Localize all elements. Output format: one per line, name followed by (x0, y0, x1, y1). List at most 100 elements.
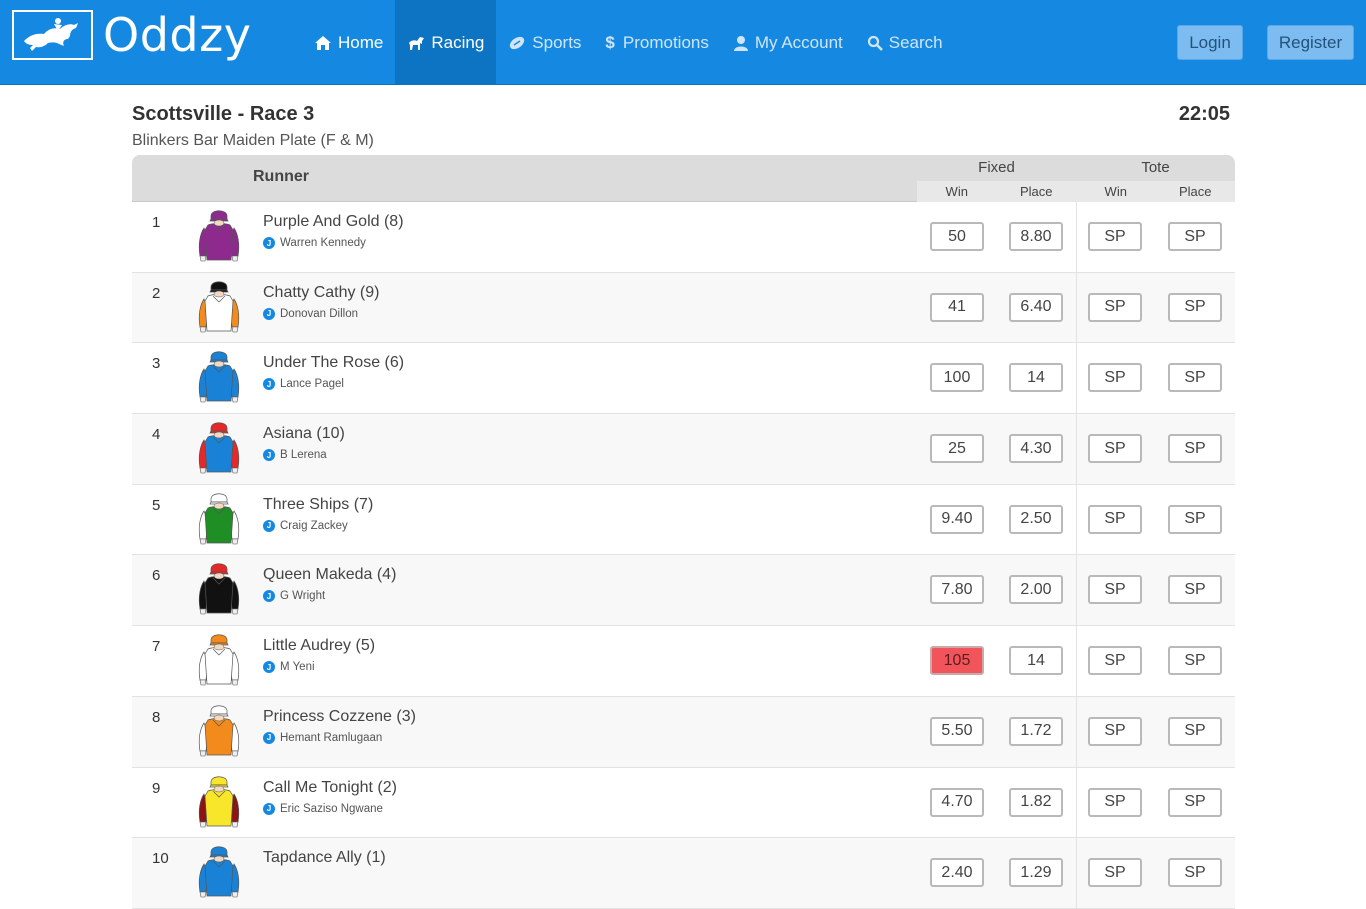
odds-subheader: Win Place Win Place (917, 181, 1235, 202)
nav-sports-label: Sports (532, 32, 582, 52)
nav-home-label: Home (338, 32, 384, 52)
jockey-name: Eric Saziso Ngwane (280, 802, 383, 815)
nav-my-account[interactable]: My Account (721, 0, 855, 85)
nav-search[interactable]: Search (855, 0, 955, 85)
column-divider (1076, 555, 1077, 626)
runner-name[interactable]: Princess Cozzene (3) (263, 708, 416, 726)
fixed-win-odds-button[interactable]: 9.40 (930, 504, 984, 534)
column-divider (1076, 838, 1077, 908)
nav-racing-label: Racing (431, 32, 485, 52)
tote-place-odds-button[interactable]: SP (1168, 292, 1222, 322)
runner-name[interactable]: Tapdance Ally (1) (263, 849, 386, 867)
runner-name[interactable]: Chatty Cathy (9) (263, 284, 379, 302)
fixed-place-odds-button[interactable]: 1.82 (1009, 787, 1063, 817)
runner-name[interactable]: Little Audrey (5) (263, 637, 375, 655)
fixed-place-odds-button[interactable]: 1.29 (1009, 858, 1063, 888)
tote-win-odds-button[interactable]: SP (1088, 292, 1142, 322)
tote-win-odds-button[interactable]: SP (1088, 363, 1142, 393)
tote-place-odds-button[interactable]: SP (1168, 504, 1222, 534)
nav-promotions-label: Promotions (622, 32, 709, 52)
fixed-win-odds-button[interactable]: 2.40 (930, 858, 984, 888)
runner-number: 10 (152, 850, 169, 868)
runner-name[interactable]: Under The Rose (6) (263, 354, 404, 372)
tote-place-odds-button[interactable]: SP (1168, 646, 1222, 676)
login-button[interactable]: Login (1177, 25, 1243, 60)
runner-number: 5 (152, 496, 161, 514)
jockey-info: J Hemant Ramlugaan (263, 731, 382, 744)
nav-sports[interactable]: Sports (496, 0, 593, 85)
fixed-win-odds-button[interactable]: 25 (930, 434, 984, 464)
tote-win-odds-button[interactable]: SP (1088, 222, 1142, 251)
runner-number: 9 (152, 779, 161, 797)
fixed-win-odds-button[interactable]: 50 (930, 222, 984, 251)
jockey-info: J Warren Kennedy (263, 237, 366, 249)
fixed-place-odds-button[interactable]: 4.30 (1009, 434, 1063, 464)
jockey-badge-icon: J (263, 731, 275, 744)
main-nav: Home Racing Sports $ Promotions My Accou… (302, 0, 955, 85)
tote-place-odds-button[interactable]: SP (1168, 575, 1222, 605)
column-divider (1076, 696, 1077, 767)
runner-number: 8 (152, 708, 161, 726)
jockey-info: J G Wright (263, 590, 325, 603)
fixed-win-odds-button[interactable]: 100 (930, 363, 984, 393)
fixed-win-odds-button[interactable]: 41 (930, 292, 984, 322)
fixed-place-odds-button[interactable]: 14 (1009, 646, 1063, 676)
nav-my-account-label: My Account (754, 32, 843, 52)
jockey-info: J Craig Zackey (263, 519, 348, 532)
jockey-badge-icon: J (263, 378, 275, 391)
jockey-name: M Yeni (280, 661, 315, 674)
runner-name[interactable]: Call Me Tonight (2) (263, 779, 397, 797)
runner-name[interactable]: Asiana (10) (263, 425, 345, 443)
fixed-place-odds-button[interactable]: 1.72 (1009, 716, 1063, 746)
runner-name[interactable]: Purple And Gold (8) (263, 213, 404, 231)
tote-win-odds-button[interactable]: SP (1088, 575, 1142, 605)
tote-win-odds-button[interactable]: SP (1088, 787, 1142, 817)
fixed-win-odds-button[interactable]: 7.80 (930, 575, 984, 605)
runner-number: 4 (152, 426, 161, 444)
tote-win-odds-button[interactable]: SP (1088, 434, 1142, 464)
fixed-place-odds-button[interactable]: 2.50 (1009, 504, 1063, 534)
tote-place-odds-button[interactable]: SP (1168, 222, 1222, 251)
tote-place-odds-button[interactable]: SP (1168, 858, 1222, 888)
runner-name[interactable]: Queen Makeda (4) (263, 566, 396, 584)
top-navbar: Oddzy Home Racing Sports $ Promotions My… (0, 0, 1366, 85)
horse-logo-icon (12, 10, 93, 60)
runner-name[interactable]: Three Ships (7) (263, 496, 373, 514)
runner-column-header: Runner (253, 168, 309, 185)
nav-racing[interactable]: Racing (395, 0, 497, 85)
register-button[interactable]: Register (1267, 25, 1354, 60)
fixed-place-odds-button[interactable]: 8.80 (1009, 222, 1063, 251)
fixed-place-odds-button[interactable]: 6.40 (1009, 292, 1063, 322)
jockey-silks-icon (196, 632, 242, 688)
runner-number: 6 (152, 567, 161, 585)
tote-place-odds-button[interactable]: SP (1168, 363, 1222, 393)
fixed-place-odds-button[interactable]: 14 (1009, 363, 1063, 393)
tote-win-odds-button[interactable]: SP (1088, 858, 1142, 888)
fixed-place-odds-button[interactable]: 2.00 (1009, 575, 1063, 605)
jockey-info: J Eric Saziso Ngwane (263, 802, 383, 815)
jockey-info: J Lance Pagel (263, 378, 344, 391)
jockey-silks-icon (196, 491, 242, 547)
table-row: 6 Queen Makeda (4) J G Wright 7.80 2.00 SP SP (132, 555, 1235, 627)
jockey-badge-icon: J (263, 449, 275, 462)
brand-logo[interactable]: Oddzy (12, 10, 251, 60)
race-subtitle: Blinkers Bar Maiden Plate (F & M) (132, 132, 374, 149)
nav-home[interactable]: Home (302, 0, 395, 85)
table-row: 10 Tapdance Ally (1) 2.40 1.29 SP SP (132, 838, 1235, 909)
dollar-icon: $ (605, 32, 615, 52)
table-row: 4 Asiana (10) J B Lerena 25 4.30 SP SP (132, 414, 1235, 485)
nav-promotions[interactable]: $ Promotions (593, 0, 720, 85)
tote-place-odds-button[interactable]: SP (1168, 716, 1222, 746)
jockey-silks-icon (196, 561, 242, 617)
fixed-win-odds-button[interactable]: 4.70 (930, 787, 984, 817)
fixed-win-odds-button[interactable]: 105 (930, 646, 984, 676)
fixed-win-odds-button[interactable]: 5.50 (930, 716, 984, 746)
tote-win-odds-button[interactable]: SP (1088, 504, 1142, 534)
column-divider (1076, 767, 1077, 838)
tote-place-odds-button[interactable]: SP (1168, 787, 1222, 817)
tote-win-odds-button[interactable]: SP (1088, 716, 1142, 746)
tote-place-odds-button[interactable]: SP (1168, 434, 1222, 464)
tote-win-odds-button[interactable]: SP (1088, 646, 1142, 676)
column-divider (1076, 484, 1077, 555)
fixed-column-header: Fixed (978, 159, 1015, 176)
